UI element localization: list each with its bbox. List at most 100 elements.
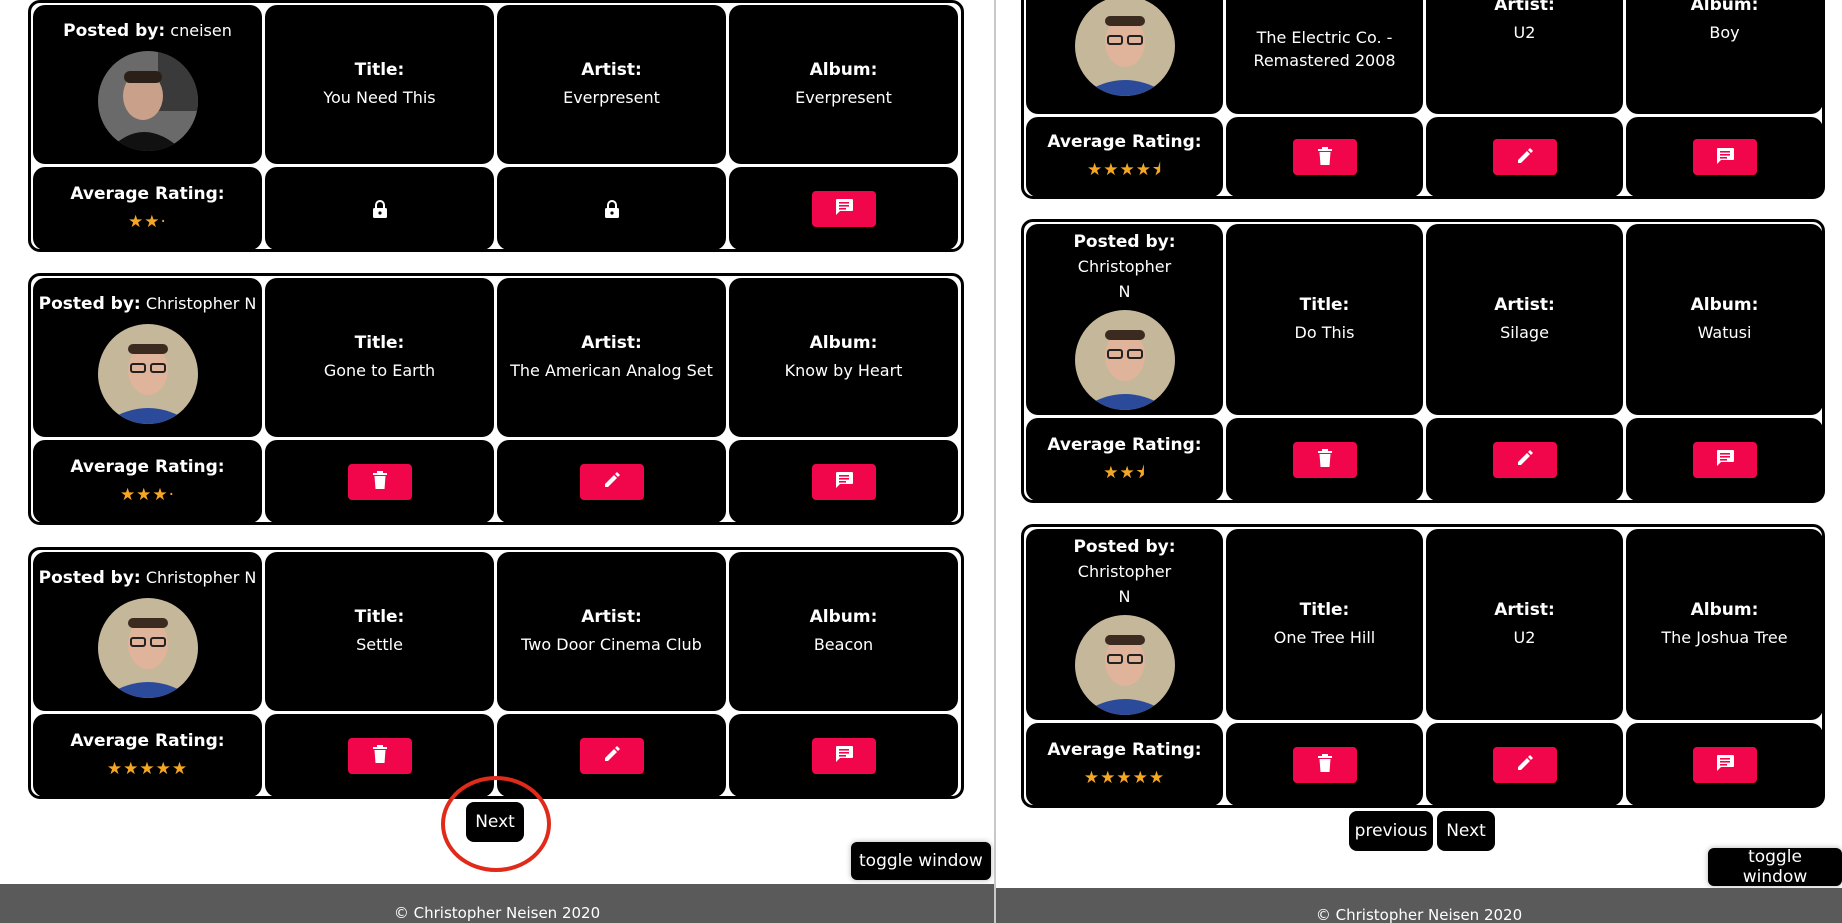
pencil-icon (1516, 449, 1534, 470)
delete-cell (1226, 418, 1423, 501)
comment-button[interactable] (811, 190, 876, 227)
rating-cell: Average Rating: ★★⯨ (1026, 418, 1223, 501)
album-label: Album: (1690, 295, 1759, 316)
edit-cell (1426, 117, 1623, 197)
comment-button[interactable] (811, 463, 876, 500)
comment-button[interactable] (811, 737, 876, 774)
delete-button[interactable] (1292, 746, 1357, 783)
title-value: One Tree Hill (1273, 628, 1376, 648)
title-label: Title: (1299, 600, 1350, 621)
title-value: Gone to Earth (323, 361, 436, 381)
artist-cell: Artist: U2 (1426, 0, 1623, 114)
edit-button[interactable] (1492, 441, 1557, 478)
average-rating-label: Average Rating: (70, 730, 225, 751)
edit-cell (497, 440, 726, 523)
delete-cell (265, 714, 494, 797)
album-cell: Album: Everpresent (729, 5, 958, 164)
artist-label: Artist: (1494, 295, 1555, 316)
rating-cell: Average Rating: ★★★★★ (33, 714, 262, 797)
title-label: Title: (354, 333, 405, 354)
pencil-icon (603, 745, 621, 766)
left-window: Posted by: cneisen Title: You Need This … (0, 0, 994, 923)
artist-value: U2 (1513, 628, 1536, 648)
poster-name-line2: N (1118, 281, 1131, 301)
title-cell: Title: Settle (265, 552, 494, 711)
edit-button[interactable] (579, 737, 644, 774)
edit-button[interactable] (1492, 139, 1557, 175)
poster-cell (1026, 0, 1223, 114)
trash-icon (1317, 754, 1332, 775)
comment-icon (1715, 449, 1735, 470)
edit-cell (497, 714, 726, 797)
album-cell: Album: The Joshua Tree (1626, 529, 1823, 720)
post-card: Posted by: cneisen Title: You Need This … (28, 0, 964, 252)
avatar (1074, 615, 1175, 716)
footer: © Christopher Neisen 2020 (0, 884, 994, 923)
delete-button[interactable] (347, 463, 412, 500)
album-value: Everpresent (795, 88, 892, 108)
locked-cell (265, 167, 494, 250)
album-label: Album: (1690, 0, 1759, 15)
artist-value: Two Door Cinema Club (521, 635, 702, 655)
delete-button[interactable] (1292, 441, 1357, 478)
pencil-icon (603, 471, 621, 492)
poster-name-line1: Christopher (1077, 256, 1172, 276)
title-value: You Need This (323, 88, 436, 108)
poster-line: Posted by: cneisen (59, 18, 236, 44)
lock-icon (372, 199, 388, 219)
lock-icon (604, 199, 620, 219)
poster-line: Posted by: Christopher N (35, 291, 261, 317)
artist-label: Artist: (1494, 600, 1555, 621)
average-rating-label: Average Rating: (1047, 132, 1202, 153)
edit-button[interactable] (1492, 746, 1557, 783)
comment-cell (1626, 117, 1823, 197)
poster-name-line2: N (1118, 586, 1131, 606)
post-card: Posted by: Christopher N Title: Settle A… (28, 547, 964, 799)
album-label: Album: (1690, 600, 1759, 621)
delete-cell (265, 440, 494, 523)
poster-cell: Posted by: Christopher N (1026, 224, 1223, 415)
title-label: Title: (354, 607, 405, 628)
artist-cell: Artist: The American Analog Set (497, 278, 726, 437)
trash-icon (1317, 449, 1332, 470)
poster-cell: Posted by: Christopher N (1026, 529, 1223, 720)
comment-icon (834, 745, 854, 766)
toggle-window-button[interactable]: toggle window (1708, 847, 1842, 887)
title-value: Do This (1294, 323, 1355, 343)
album-value: Boy (1709, 22, 1740, 42)
artist-label: Artist: (581, 607, 642, 628)
comment-cell (729, 440, 958, 523)
delete-cell (1226, 117, 1423, 197)
edit-button[interactable] (579, 463, 644, 500)
poster-name: Christopher N (145, 568, 257, 588)
comment-cell (729, 167, 958, 250)
comment-cell (729, 714, 958, 797)
artist-value: U2 (1513, 22, 1536, 42)
delete-cell (1226, 723, 1423, 806)
album-cell: Album: Boy (1626, 0, 1823, 114)
posted-by-label: Posted by: (63, 21, 166, 42)
album-value: Know by Heart (784, 361, 903, 381)
star-rating: ★★★★⯨ (1087, 160, 1162, 180)
avatar (97, 597, 198, 698)
album-value: The Joshua Tree (1661, 628, 1788, 648)
title-cell: Title: You Need This (265, 5, 494, 164)
comment-button[interactable] (1692, 139, 1757, 175)
title-label: Title: (1299, 295, 1350, 316)
album-value: Watusi (1697, 323, 1752, 343)
comment-button[interactable] (1692, 441, 1757, 478)
comment-button[interactable] (1692, 746, 1757, 783)
star-rating: ★★★· (119, 484, 176, 505)
poster-name: Christopher N (145, 294, 257, 314)
delete-button[interactable] (1292, 139, 1357, 175)
star-rating: ★★⯨ (1103, 462, 1146, 483)
comment-icon (1715, 754, 1735, 775)
delete-button[interactable] (347, 737, 412, 774)
next-button[interactable]: Next (1437, 811, 1495, 851)
right-window: The Electric Co. - Remastered 2008 Artis… (996, 0, 1842, 923)
album-cell: Album: Beacon (729, 552, 958, 711)
previous-button[interactable]: previous (1349, 811, 1433, 851)
album-cell: Album: Know by Heart (729, 278, 958, 437)
toggle-window-button[interactable]: toggle window (851, 842, 991, 880)
posted-by-label: Posted by: (38, 568, 141, 589)
